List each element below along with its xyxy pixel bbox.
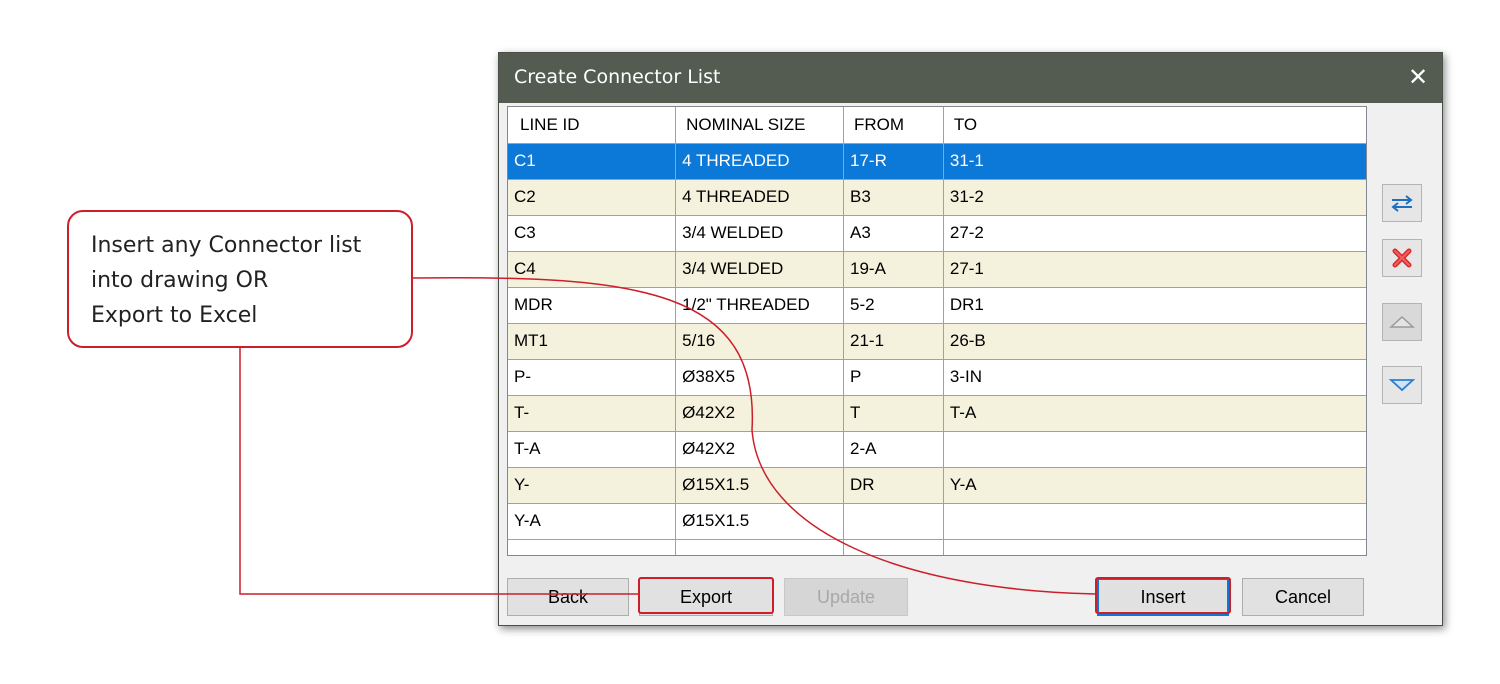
- connector-table: LINE ID NOMINAL SIZE FROM TO C1 4 THREADE…: [508, 107, 1366, 555]
- annotation-line: Export to Excel: [91, 303, 258, 328]
- cancel-button[interactable]: Cancel: [1242, 578, 1364, 616]
- cell-nominal-size[interactable]: Ø42X2: [675, 431, 845, 468]
- cell-line-id[interactable]: MDR: [508, 287, 677, 324]
- connector-grid[interactable]: LINE ID NOMINAL SIZE FROM TO C1 4 THREADE…: [507, 106, 1367, 556]
- update-button[interactable]: Update: [784, 578, 908, 616]
- cell-nominal-size[interactable]: 4 THREADED: [675, 143, 845, 180]
- cell-line-id[interactable]: P-: [508, 359, 677, 396]
- insert-highlight: [1095, 577, 1231, 614]
- cell-line-id[interactable]: Y-: [508, 467, 677, 504]
- cell-from[interactable]: 19-A: [843, 251, 944, 288]
- cell-to[interactable]: 3-IN: [943, 359, 1366, 396]
- title-bar[interactable]: Create Connector List ✕: [499, 53, 1442, 103]
- cell-line-id[interactable]: C2: [508, 179, 677, 216]
- cell-to[interactable]: DR1: [943, 287, 1366, 324]
- cell-line-id[interactable]: T-: [508, 395, 677, 432]
- empty-row: [508, 539, 1366, 555]
- table-row[interactable]: C2 4 THREADED B3 31-2: [508, 179, 1366, 216]
- cell-nominal-size[interactable]: 4 THREADED: [675, 179, 845, 216]
- header-row: LINE ID NOMINAL SIZE FROM TO: [508, 107, 1366, 144]
- cell-from[interactable]: 5-2: [843, 287, 944, 324]
- cell-nominal-size[interactable]: 3/4 WELDED: [675, 215, 845, 252]
- create-connector-list-dialog: Create Connector List ✕ LINE ID NOMINAL …: [498, 52, 1443, 626]
- cell-from[interactable]: A3: [843, 215, 944, 252]
- cell-to[interactable]: 27-2: [943, 215, 1366, 252]
- dialog-title: Create Connector List: [514, 66, 721, 88]
- cell-line-id[interactable]: Y-A: [508, 503, 677, 540]
- cell-from[interactable]: T: [843, 395, 944, 432]
- table-row[interactable]: C1 4 THREADED 17-R 31-1: [508, 143, 1366, 180]
- table-row[interactable]: MT1 5/16 21-1 26-B: [508, 323, 1366, 360]
- cell-line-id[interactable]: C4: [508, 251, 677, 288]
- empty-cell: [508, 539, 677, 555]
- cell-to[interactable]: [943, 431, 1366, 468]
- empty-cell: [843, 539, 944, 555]
- cell-nominal-size[interactable]: Ø38X5: [675, 359, 845, 396]
- export-highlight: [638, 577, 774, 614]
- swap-button[interactable]: [1382, 184, 1422, 222]
- column-header-line-id[interactable]: LINE ID: [508, 107, 677, 144]
- red-x-icon: [1392, 248, 1412, 268]
- table-row[interactable]: T- Ø42X2 T T-A: [508, 395, 1366, 432]
- cell-line-id[interactable]: T-A: [508, 431, 677, 468]
- table-row[interactable]: MDR 1/2" THREADED 5-2 DR1: [508, 287, 1366, 324]
- triangle-down-icon: [1388, 379, 1416, 392]
- cell-from[interactable]: 17-R: [843, 143, 944, 180]
- cell-nominal-size[interactable]: Ø15X1.5: [675, 503, 845, 540]
- triangle-up-icon: [1389, 315, 1415, 328]
- move-down-button[interactable]: [1382, 366, 1422, 404]
- cell-line-id[interactable]: MT1: [508, 323, 677, 360]
- table-row[interactable]: P- Ø38X5 P 3-IN: [508, 359, 1366, 396]
- cell-from[interactable]: DR: [843, 467, 944, 504]
- cell-to[interactable]: 31-1: [943, 143, 1366, 180]
- cell-nominal-size[interactable]: Ø42X2: [675, 395, 845, 432]
- cell-from[interactable]: [843, 503, 944, 540]
- cell-to[interactable]: T-A: [943, 395, 1366, 432]
- move-up-button[interactable]: [1382, 303, 1422, 341]
- swap-arrows-icon: [1391, 195, 1413, 212]
- back-button[interactable]: Back: [507, 578, 629, 616]
- table-row[interactable]: Y-A Ø15X1.5: [508, 503, 1366, 540]
- empty-cell: [675, 539, 845, 555]
- cell-from[interactable]: 21-1: [843, 323, 944, 360]
- annotation-line: Insert any Connector list: [91, 233, 362, 258]
- cell-line-id[interactable]: C3: [508, 215, 677, 252]
- column-header-to[interactable]: TO: [943, 107, 1366, 144]
- cell-from[interactable]: P: [843, 359, 944, 396]
- cell-to[interactable]: [943, 503, 1366, 540]
- cell-nominal-size[interactable]: Ø15X1.5: [675, 467, 845, 504]
- annotation-line: into drawing OR: [91, 268, 269, 293]
- cell-to[interactable]: Y-A: [943, 467, 1366, 504]
- annotation-callout: Insert any Connector list into drawing O…: [67, 210, 413, 348]
- cell-line-id[interactable]: C1: [508, 143, 677, 180]
- table-row[interactable]: T-A Ø42X2 2-A: [508, 431, 1366, 468]
- cell-nominal-size[interactable]: 5/16: [675, 323, 845, 360]
- column-header-from[interactable]: FROM: [843, 107, 944, 144]
- close-icon[interactable]: ✕: [1398, 59, 1438, 95]
- cell-from[interactable]: 2-A: [843, 431, 944, 468]
- column-header-nominal-size[interactable]: NOMINAL SIZE: [675, 107, 845, 144]
- annotation-text: Insert any Connector list into drawing O…: [91, 228, 361, 333]
- table-row[interactable]: C4 3/4 WELDED 19-A 27-1: [508, 251, 1366, 288]
- cell-to[interactable]: 26-B: [943, 323, 1366, 360]
- cell-to[interactable]: 31-2: [943, 179, 1366, 216]
- cell-nominal-size[interactable]: 1/2" THREADED: [675, 287, 845, 324]
- table-row[interactable]: Y- Ø15X1.5 DR Y-A: [508, 467, 1366, 504]
- table-row[interactable]: C3 3/4 WELDED A3 27-2: [508, 215, 1366, 252]
- cell-to[interactable]: 27-1: [943, 251, 1366, 288]
- cell-from[interactable]: B3: [843, 179, 944, 216]
- delete-button[interactable]: [1382, 239, 1422, 277]
- cell-nominal-size[interactable]: 3/4 WELDED: [675, 251, 845, 288]
- empty-cell: [943, 539, 1366, 555]
